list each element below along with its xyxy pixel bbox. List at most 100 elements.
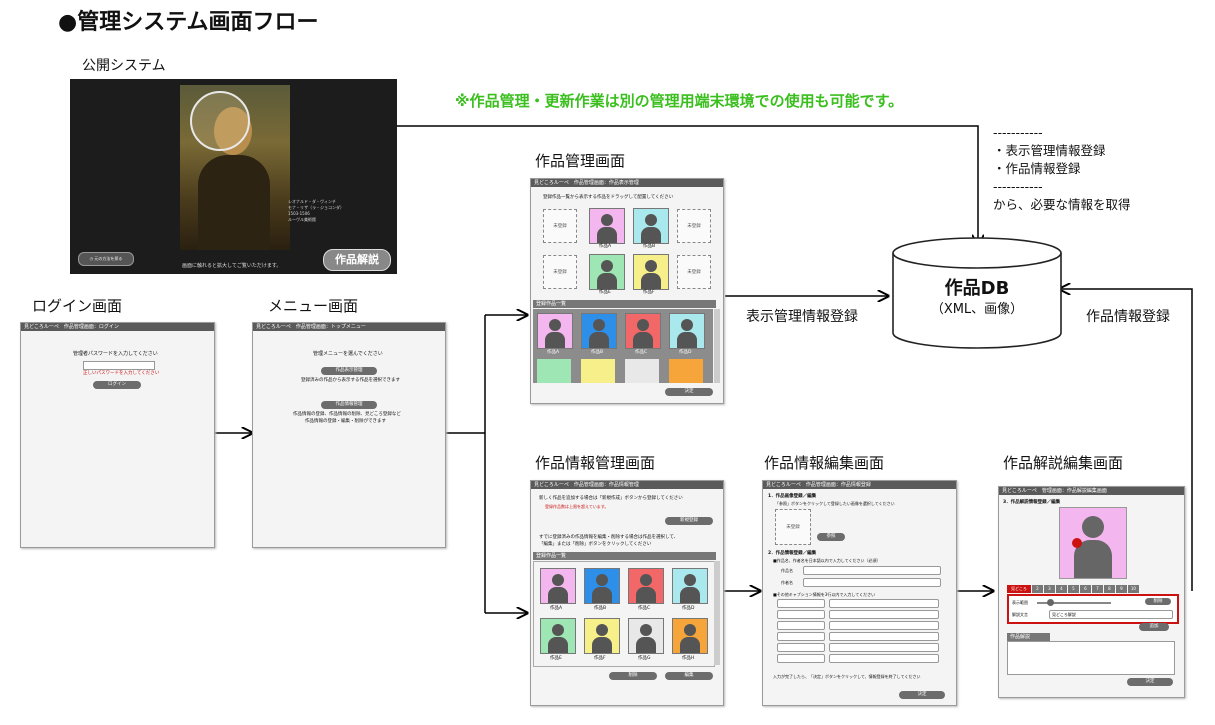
tab-9[interactable]: 9 [1115, 585, 1127, 593]
list-thumbnail[interactable] [625, 313, 661, 349]
caption-key-input[interactable] [777, 599, 825, 608]
label-work-commentary-edit-screen: 作品解説編集画面 [1003, 454, 1124, 472]
title-input[interactable] [803, 566, 941, 575]
tab-4[interactable]: 4 [1055, 585, 1067, 593]
slot-thumbnail[interactable] [589, 254, 625, 290]
wm-prompt: 登録作品一覧から表示する作品をドラッグして配置してください [543, 195, 674, 200]
list-thumbnail[interactable] [540, 618, 576, 654]
registered-list-header: 登録作品一覧 [533, 300, 716, 308]
login-error: 正しいパスワードを入力してください [83, 371, 160, 376]
caption-value-input[interactable] [829, 632, 939, 641]
info-mgmt-desc: 作品情報の登録、作品情報の削除、見どころ登録など [293, 412, 401, 417]
slot-thumbnail[interactable] [633, 208, 669, 244]
info-line: ・作品情報登録 [993, 161, 1081, 176]
text-input[interactable]: 見どころ解説 [1049, 610, 1173, 619]
work-info-mgmt-screen: 見どころルーペ 作品管理画面：作品情報管理 新しく作品を追加する場合は「新規作成… [530, 480, 724, 706]
caption-key-input[interactable] [777, 621, 825, 630]
list-thumbnail[interactable] [581, 313, 617, 349]
new-button[interactable]: 新規登録 [665, 517, 713, 525]
list-thumbnail[interactable] [628, 568, 664, 604]
menu-screen: 見どころルーペ 作品管理画面：トップメニュー 管理メニューを選んでください 作品… [252, 322, 446, 548]
wi-prompt: すでに登録済みの作品情報を編集・削除する場合は作品を選択して、 [539, 535, 679, 540]
list-thumbnail[interactable] [537, 313, 573, 349]
screen-title-bar: 見どころルーペ 作品管理画面：ログイン [21, 323, 214, 331]
range-slider[interactable] [1037, 599, 1111, 606]
slot-caption: 作品F [643, 290, 655, 295]
tab-highlight[interactable]: 見どころ [1007, 585, 1031, 593]
tab-6[interactable]: 6 [1079, 585, 1091, 593]
list-thumbnail[interactable] [584, 568, 620, 604]
wi-limit-warning: 登録作品数は上限を超えています。 [545, 504, 609, 509]
list-thumbnail[interactable] [669, 313, 705, 349]
list-scrollbar[interactable] [714, 309, 720, 383]
caption-value-input[interactable] [829, 643, 939, 652]
list-thumbnail[interactable] [672, 568, 708, 604]
browse-button[interactable]: 参照 [817, 533, 845, 541]
label-public-system: 公開システム [82, 58, 166, 74]
caption-key-input[interactable] [777, 654, 825, 663]
display-slot[interactable]: 未登録 [543, 255, 577, 289]
tab-2[interactable]: 2 [1031, 585, 1043, 593]
caption-value-input[interactable] [829, 654, 939, 663]
list-caption: 作品A [547, 350, 560, 355]
display-slot[interactable]: 未登録 [677, 255, 711, 289]
commentary-textarea[interactable] [1007, 641, 1175, 675]
display-mgmt-button[interactable]: 作品表示管理 [321, 367, 377, 375]
list-caption: 作品C [635, 350, 648, 355]
tab-10[interactable]: 10 [1127, 585, 1139, 593]
display-slot[interactable]: 未登録 [677, 209, 711, 243]
ok-button[interactable]: 決定 [665, 388, 713, 396]
add-button[interactable]: 追加 [1139, 623, 1169, 631]
tab-7[interactable]: 7 [1091, 585, 1103, 593]
back-button[interactable]: ◷ 元の方法を探る [78, 252, 134, 266]
delete-button[interactable]: 削除 [1145, 598, 1171, 605]
list-thumbnail[interactable] [669, 359, 703, 383]
slot-thumbnail[interactable] [633, 254, 669, 290]
screen-title-bar: 見どころルーペ 作品管理画面：作品表示管理 [531, 179, 723, 187]
display-slot[interactable]: 未登録 [543, 209, 577, 243]
caption-key-input[interactable] [777, 632, 825, 641]
slot-thumbnail[interactable] [589, 208, 625, 244]
author-input[interactable] [803, 578, 941, 587]
delete-button[interactable]: 削除 [609, 672, 657, 680]
info-line: ----------- [993, 179, 1043, 194]
caption-key-input[interactable] [777, 610, 825, 619]
highlight-marker[interactable] [1072, 538, 1082, 548]
list-thumbnail[interactable] [584, 618, 620, 654]
highlight-editor: 表示範囲 削除 解説文言 見どころ解説 [1007, 594, 1179, 624]
text-label: 解説文言 [1012, 612, 1028, 617]
list-thumbnail[interactable] [628, 618, 664, 654]
commentary-image [1059, 507, 1127, 579]
list-scrollbar[interactable] [714, 561, 720, 665]
caption-value-input[interactable] [829, 621, 939, 630]
caption-value-input[interactable] [829, 610, 939, 619]
slot-caption: 作品E [599, 290, 611, 295]
list-thumbnail[interactable] [581, 359, 615, 383]
section-info-desc: ■作品名、作者名を日本語以内で入力してください（必須） [773, 558, 881, 563]
commentary-panel-header: 作品解説 [1007, 633, 1050, 641]
screen-title-bar: 見どころルーペ 作品管理画面：作品情報登録 [763, 481, 956, 489]
caption-value-input[interactable] [829, 599, 939, 608]
edit-button[interactable]: 編集 [665, 672, 713, 680]
info-mgmt-button[interactable]: 作品情報管理 [321, 401, 377, 409]
label-menu-screen: メニュー画面 [268, 297, 359, 315]
list-thumbnail[interactable] [625, 359, 659, 383]
list-thumbnail[interactable] [540, 568, 576, 604]
password-input[interactable] [83, 361, 155, 370]
tab-8[interactable]: 8 [1103, 585, 1115, 593]
commentary-button[interactable]: 作品解説 [323, 249, 391, 271]
login-button[interactable]: ログイン [93, 381, 141, 389]
list-caption: 作品H [682, 656, 695, 661]
slider-thumb[interactable] [1047, 599, 1054, 606]
tab-3[interactable]: 3 [1043, 585, 1055, 593]
list-thumbnail[interactable] [672, 618, 708, 654]
ok-button[interactable]: 決定 [899, 691, 945, 699]
caption-desc: ■その他キャプション情報を3行以内で入力してください [773, 592, 876, 597]
ok-button[interactable]: 決定 [1127, 678, 1173, 686]
magnifier-lens [190, 91, 250, 151]
tab-5[interactable]: 5 [1067, 585, 1079, 593]
caption-key-input[interactable] [777, 643, 825, 652]
list-thumbnail[interactable] [537, 359, 571, 383]
image-slot[interactable]: 未登録 [775, 509, 811, 545]
login-screen: 見どころルーペ 作品管理画面：ログイン 管理者パスワードを入力してください 正し… [20, 322, 215, 548]
